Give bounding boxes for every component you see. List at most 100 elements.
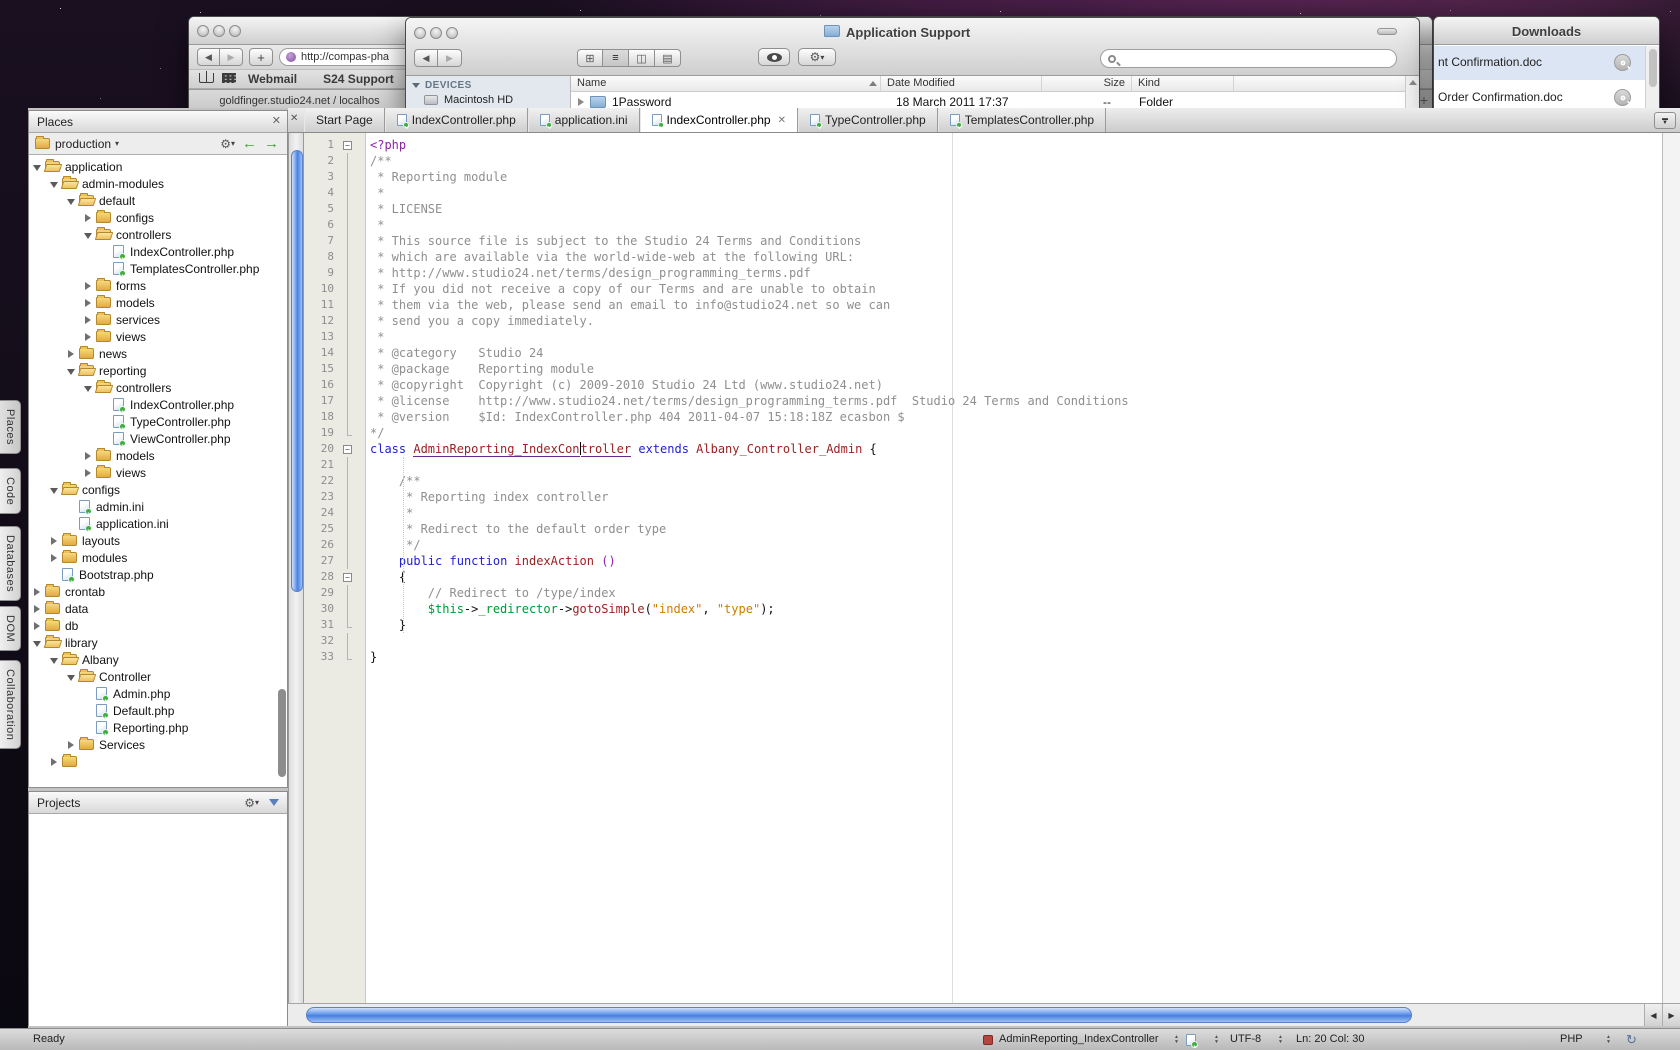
editor-tab[interactable]: application.ini <box>528 108 640 132</box>
fold-column[interactable] <box>338 137 358 153</box>
collapse-arrow-icon[interactable] <box>84 386 92 392</box>
fold-column[interactable] <box>338 185 358 201</box>
tree-item[interactable]: TypeController.php <box>29 413 287 430</box>
collapse-arrow-icon[interactable] <box>33 641 41 647</box>
expand-arrow-icon[interactable] <box>68 350 74 358</box>
quicklook-icon[interactable] <box>1614 89 1631 106</box>
column-view-button[interactable]: ◫ <box>629 49 655 67</box>
tree-item[interactable]: library <box>29 634 287 651</box>
code-line[interactable]: 6 * <box>304 217 1680 233</box>
collapse-arrow-icon[interactable] <box>67 675 75 681</box>
expand-arrow-icon[interactable] <box>85 469 91 477</box>
expand-arrow-icon[interactable] <box>34 588 40 596</box>
scroll-left-icon[interactable]: ◀ <box>1644 1004 1662 1026</box>
scrollbar-thumb[interactable] <box>291 150 303 592</box>
fold-column[interactable] <box>338 233 358 249</box>
fold-column[interactable] <box>338 249 358 265</box>
back-button[interactable]: ◀ <box>197 48 220 66</box>
browser-tab[interactable]: goldfinger.studio24.net / localhos <box>189 90 411 110</box>
code-line[interactable]: 15 * @package Reporting module <box>304 361 1680 377</box>
quicklook-icon[interactable] <box>1614 54 1631 71</box>
coverflow-view-button[interactable]: ▤ <box>655 49 681 67</box>
fold-column[interactable] <box>338 265 358 281</box>
collapse-arrow-icon[interactable] <box>67 199 75 205</box>
collapse-arrow-icon[interactable] <box>67 369 75 375</box>
fold-column[interactable] <box>338 521 358 537</box>
finder-scrollbar[interactable] <box>1405 76 1419 110</box>
tree-item[interactable]: Bootstrap.php <box>29 566 287 583</box>
fold-column[interactable] <box>338 585 358 601</box>
expand-arrow-icon[interactable] <box>34 605 40 613</box>
language-stepper[interactable] <box>1606 1035 1611 1045</box>
tree-item[interactable]: modules <box>29 549 287 566</box>
fold-toggle-icon[interactable] <box>343 141 352 150</box>
back-button[interactable]: ◀ <box>414 49 438 67</box>
tree-item[interactable]: Controller <box>29 668 287 685</box>
sidebar-item-macintosh-hd[interactable]: Macintosh HD <box>424 94 513 106</box>
code-line[interactable]: 2/** <box>304 153 1680 169</box>
tree-item[interactable]: application <box>29 158 287 175</box>
tree-item[interactable]: reporting <box>29 362 287 379</box>
close-window-icon[interactable] <box>414 27 426 39</box>
fold-column[interactable] <box>338 441 358 457</box>
sidebar-tab-places[interactable]: Places <box>0 400 21 454</box>
downloads-titlebar[interactable]: Downloads <box>1434 17 1659 45</box>
sort-ascending-icon[interactable] <box>869 81 877 86</box>
scroll-right-icon[interactable]: ▶ <box>1662 1004 1680 1026</box>
code-line[interactable]: 20class AdminReporting_IndexController e… <box>304 441 1680 457</box>
back-arrow-icon[interactable]: ← <box>242 136 257 151</box>
code-line[interactable]: 10 * If you did not receive a copy of ou… <box>304 281 1680 297</box>
filter-icon[interactable] <box>269 799 279 806</box>
expand-arrow-icon[interactable] <box>85 214 91 222</box>
close-panel-icon[interactable]: ✕ <box>272 114 281 127</box>
fold-column[interactable] <box>338 633 358 649</box>
column-header[interactable]: Name <box>571 76 881 91</box>
editor-horizontal-scrollbar[interactable]: ◀ ▶ <box>288 1003 1680 1026</box>
minimize-window-icon[interactable] <box>213 25 225 37</box>
fold-column[interactable] <box>338 473 358 489</box>
tree-item[interactable]: forms <box>29 277 287 294</box>
column-header[interactable]: Date Modified <box>881 76 1042 91</box>
code-line[interactable]: 4 * <box>304 185 1680 201</box>
tree-item[interactable]: models <box>29 294 287 311</box>
code-line[interactable]: 5 * LICENSE <box>304 201 1680 217</box>
sidebar-tab-databases[interactable]: Databases <box>0 526 21 601</box>
bookmarks-icon[interactable] <box>199 70 214 88</box>
fold-column[interactable] <box>338 169 358 185</box>
tree-item[interactable]: IndexController.php <box>29 396 287 413</box>
zoom-window-icon[interactable] <box>229 25 241 37</box>
expand-arrow-icon[interactable] <box>68 741 74 749</box>
bookmark-item[interactable]: S24 Support <box>323 72 394 86</box>
column-header[interactable]: Kind <box>1132 76 1234 91</box>
icon-view-button[interactable]: ⊞ <box>577 49 603 67</box>
tree-item[interactable]: Services <box>29 736 287 753</box>
code-line[interactable]: 33} <box>304 649 1680 665</box>
tree-item[interactable]: Albany <box>29 651 287 668</box>
editor-tab[interactable]: IndexController.php✕ <box>640 108 798 132</box>
tree-item[interactable]: admin.ini <box>29 498 287 515</box>
tree-item[interactable]: TemplatesController.php <box>29 260 287 277</box>
tree-item[interactable]: layouts <box>29 532 287 549</box>
projects-gear-button[interactable]: ⚙▾ <box>244 797 259 809</box>
tree-item[interactable]: views <box>29 328 287 345</box>
expand-arrow-icon[interactable] <box>51 554 57 562</box>
code-line[interactable]: 13 * <box>304 329 1680 345</box>
expand-arrow-icon[interactable] <box>34 622 40 630</box>
fold-toggle-icon[interactable] <box>343 445 352 454</box>
expand-arrow-icon[interactable] <box>85 282 91 290</box>
tree-item[interactable]: application.ini <box>29 515 287 532</box>
fold-column[interactable] <box>338 601 358 617</box>
fold-column[interactable] <box>338 425 358 441</box>
sidebar-tab-dom[interactable]: DOM <box>0 606 21 651</box>
tree-item[interactable]: data <box>29 600 287 617</box>
tree-item[interactable]: models <box>29 447 287 464</box>
fold-column[interactable] <box>338 201 358 217</box>
code-line[interactable]: 27 public function indexAction () <box>304 553 1680 569</box>
minimize-window-icon[interactable] <box>430 27 442 39</box>
code-line[interactable]: 11 * them via the web, please send an em… <box>304 297 1680 313</box>
file-stepper[interactable] <box>1214 1035 1219 1045</box>
fold-column[interactable] <box>338 313 358 329</box>
expand-arrow-icon[interactable] <box>51 758 57 766</box>
code-line[interactable]: 21 <box>304 457 1680 473</box>
projects-body[interactable] <box>29 814 287 1026</box>
